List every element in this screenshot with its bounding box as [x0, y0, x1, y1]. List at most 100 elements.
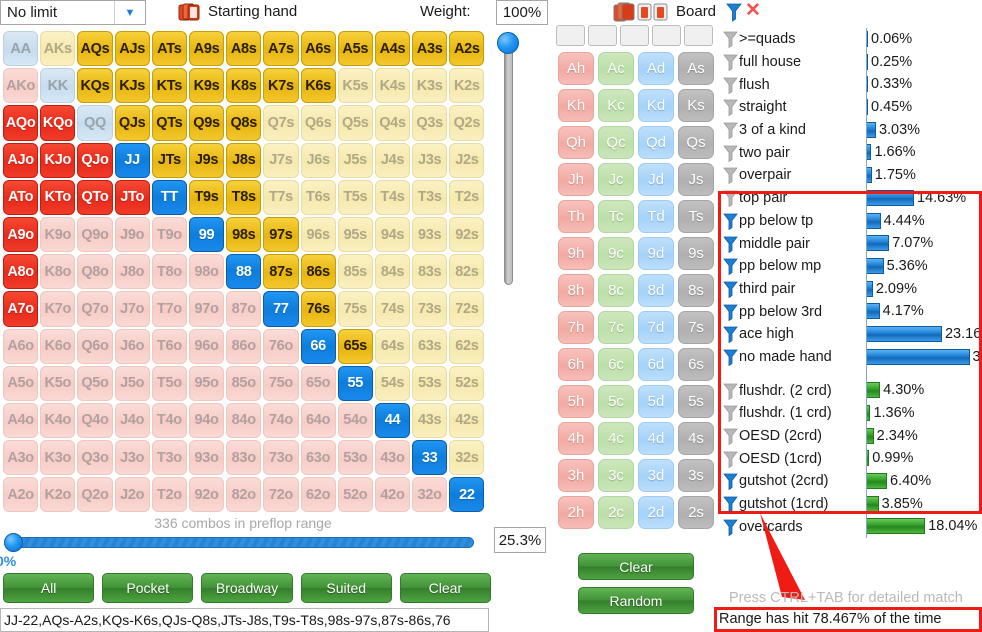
range-cell-J4s[interactable]: J4s [374, 142, 411, 178]
range-cell-55[interactable]: 55 [337, 365, 373, 401]
card-Ks[interactable]: Ks [678, 89, 714, 122]
range-cell-86o[interactable]: 86o [226, 328, 262, 364]
range-cell-Q6o[interactable]: Q6o [77, 328, 113, 364]
card-3s[interactable]: 3s [678, 459, 714, 492]
range-cell-A4s[interactable]: A4s [374, 31, 411, 67]
card-Qh[interactable]: Qh [558, 126, 594, 159]
range-cell-42o[interactable]: 42o [374, 477, 411, 513]
range-cell-75o[interactable]: 75o [263, 365, 299, 401]
board-slot-3[interactable] [620, 25, 649, 46]
range-cell-K4o[interactable]: K4o [40, 402, 76, 439]
range-cell-J7s[interactable]: J7s [263, 142, 299, 178]
range-cell-82o[interactable]: 82o [226, 477, 262, 513]
range-cell-87s[interactable]: 87s [263, 254, 299, 290]
card-2d[interactable]: 2d [638, 496, 674, 529]
card-Ad[interactable]: Ad [638, 52, 674, 85]
range-cell-T9o[interactable]: T9o [151, 216, 187, 253]
range-cell-K2o[interactable]: K2o [40, 477, 76, 513]
range-cell-63s[interactable]: 63s [412, 328, 448, 364]
stat-row-oesd-1crd[interactable]: OESD (1crd) 0.99% [722, 447, 982, 470]
range-slider-track[interactable] [12, 537, 474, 548]
stat-row-gutshot-2crd[interactable]: gutshot (2crd) 6.40% [722, 470, 982, 493]
range-cell-88[interactable]: 88 [226, 254, 262, 290]
funnel-icon[interactable] [722, 495, 739, 514]
range-cell-A8s[interactable]: A8s [226, 31, 262, 67]
range-cell-TT[interactable]: TT [151, 179, 187, 215]
range-cell-Q6s[interactable]: Q6s [300, 105, 336, 141]
range-cell-ATs[interactable]: ATs [151, 31, 187, 67]
range-cell-K6o[interactable]: K6o [40, 328, 76, 364]
stat-row-pp-below-tp[interactable]: pp below tp 4.44% [722, 210, 982, 233]
stat-row-ace-high[interactable]: ace high23.16% [722, 323, 982, 346]
range-cell-T9s[interactable]: T9s [188, 179, 225, 215]
range-cell-K2s[interactable]: K2s [449, 68, 485, 104]
stat-row-flush[interactable]: flush 0.33% [722, 73, 982, 96]
range-cell-QTs[interactable]: QTs [151, 105, 187, 141]
card-5c[interactable]: 5c [598, 385, 634, 418]
card-6s[interactable]: 6s [678, 348, 714, 381]
range-cell-J9s[interactable]: J9s [188, 142, 225, 178]
range-cell-ATo[interactable]: ATo [3, 179, 39, 215]
range-cell-AKs[interactable]: AKs [40, 31, 76, 67]
funnel-icon[interactable] [722, 212, 739, 230]
range-cell-A2s[interactable]: A2s [449, 31, 485, 67]
card-Ac[interactable]: Ac [598, 52, 634, 85]
range-cell-T5s[interactable]: T5s [337, 179, 373, 215]
range-cell-KQo[interactable]: KQo [40, 105, 76, 141]
range-cell-96s[interactable]: 96s [300, 216, 336, 253]
funnel-icon[interactable] [722, 189, 739, 208]
range-cell-65s[interactable]: 65s [337, 328, 373, 364]
range-cell-93s[interactable]: 93s [412, 216, 448, 253]
funnel-icon[interactable] [722, 450, 739, 468]
vertical-slider-knob[interactable] [497, 32, 519, 54]
range-cell-84o[interactable]: 84o [226, 402, 262, 439]
range-cell-A3o[interactable]: A3o [3, 440, 39, 476]
card-5s[interactable]: 5s [678, 385, 714, 418]
card-2s[interactable]: 2s [678, 496, 714, 529]
stat-row-third-pair[interactable]: third pair 2.09% [722, 278, 982, 301]
range-cell-72s[interactable]: 72s [449, 291, 485, 327]
range-cell-85o[interactable]: 85o [226, 365, 262, 401]
board-slot-2[interactable] [588, 25, 617, 46]
range-cell-J7o[interactable]: J7o [114, 291, 150, 327]
range-cell-K7o[interactable]: K7o [40, 291, 76, 327]
range-cell-44[interactable]: 44 [374, 402, 411, 439]
range-cell-Q2o[interactable]: Q2o [77, 477, 113, 513]
range-cell-A9s[interactable]: A9s [188, 31, 225, 67]
range-cell-Q7o[interactable]: Q7o [77, 291, 113, 327]
card-Qs[interactable]: Qs [678, 126, 714, 159]
card-Ts[interactable]: Ts [678, 200, 714, 233]
range-cell-K4s[interactable]: K4s [374, 68, 411, 104]
range-cell-52o[interactable]: 52o [337, 477, 373, 513]
range-cell-K3o[interactable]: K3o [40, 440, 76, 476]
range-cell-Q5o[interactable]: Q5o [77, 365, 113, 401]
range-cell-76s[interactable]: 76s [300, 291, 336, 327]
range-cell-98o[interactable]: 98o [188, 254, 225, 290]
range-slider-knob[interactable] [4, 533, 23, 552]
range-cell-T8o[interactable]: T8o [151, 254, 187, 290]
preset-button-suited[interactable]: Suited [300, 573, 392, 603]
range-cell-K5s[interactable]: K5s [337, 68, 373, 104]
funnel-icon[interactable] [722, 427, 739, 446]
range-cell-K7s[interactable]: K7s [263, 68, 299, 104]
card-6h[interactable]: 6h [558, 348, 594, 381]
stat-row--quads[interactable]: >=quads 0.06% [722, 28, 982, 51]
range-cell-KTs[interactable]: KTs [151, 68, 187, 104]
range-cell-76o[interactable]: 76o [263, 328, 299, 364]
range-cell-J4o[interactable]: J4o [114, 402, 150, 439]
range-cell-QQ[interactable]: QQ [77, 105, 113, 141]
range-cell-AQs[interactable]: AQs [77, 31, 113, 67]
card-7h[interactable]: 7h [558, 311, 594, 344]
range-cell-93o[interactable]: 93o [188, 440, 225, 476]
range-cell-62o[interactable]: 62o [300, 477, 336, 513]
range-cell-94s[interactable]: 94s [374, 216, 411, 253]
range-cell-Q9o[interactable]: Q9o [77, 216, 113, 253]
range-cell-JTo[interactable]: JTo [114, 179, 150, 215]
card-Kc[interactable]: Kc [598, 89, 634, 122]
range-cell-Q7s[interactable]: Q7s [263, 105, 299, 141]
range-cell-99[interactable]: 99 [188, 216, 225, 253]
range-cell-J6o[interactable]: J6o [114, 328, 150, 364]
preset-button-all[interactable]: All [3, 573, 95, 603]
range-cell-AKo[interactable]: AKo [3, 68, 39, 104]
range-cell-83s[interactable]: 83s [412, 254, 448, 290]
